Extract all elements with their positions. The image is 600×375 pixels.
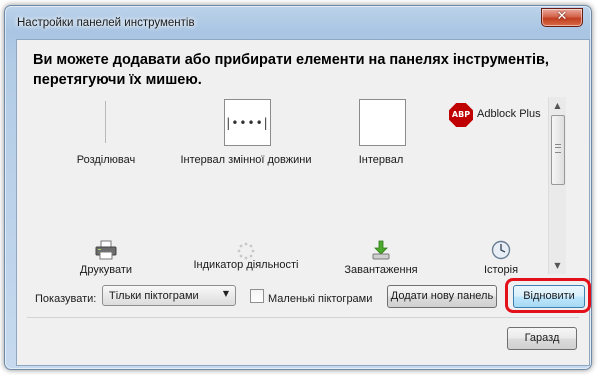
small-icons-checkbox[interactable] [250,289,264,303]
downloads-icon [372,240,390,260]
annotation-highlight [505,278,591,313]
palette-item-label: Історія [483,264,519,276]
flexible-space-icon: |••••| [224,99,271,146]
small-icons-label[interactable]: Маленькі піктограми [268,293,372,305]
adblock-plus-icon: ABP [449,103,473,127]
palette-item-label: Завантаження [344,264,418,276]
scroll-down-icon[interactable]: ▼ [549,257,566,274]
palette-item-label: Друкувати [79,264,133,276]
close-button[interactable]: ✕ [541,8,583,27]
palette-item-label: Adblock Plus [477,108,541,120]
add-toolbar-button[interactable]: Додати нову панель [387,285,497,308]
scrollbar-thumb[interactable] [551,115,565,185]
palette-item-print[interactable]: Друкувати [56,185,156,276]
instructions-heading: Ви можете додавати або прибирати елемент… [33,52,549,88]
close-icon: ✕ [556,9,568,24]
chevron-down-icon: ▼ [222,289,229,298]
divider [27,317,579,318]
palette-item-history[interactable]: Історія [461,185,541,276]
palette-item-adblock-plus[interactable]: ABP Adblock Plus [436,97,556,177]
palette-item-downloads[interactable]: Завантаження [331,185,431,276]
palette-item-activity-indicator[interactable]: Індикатор діяльності [171,185,321,271]
ok-button[interactable]: Гаразд [507,327,577,350]
window-title: Настройки панелей инструментів [17,17,195,29]
palette-scrollbar[interactable]: ▲ ▼ [548,97,566,274]
palette-item-separator[interactable]: Розділювач [56,97,156,177]
dialog-body: Ви можете додавати або прибирати елемент… [16,39,591,366]
palette-item-label: Інтервал [358,154,404,166]
history-icon [491,240,511,260]
separator-icon [105,101,106,143]
show-mode-value: Тільки піктограми [109,290,199,302]
palette-item-label: Індикатор діяльності [193,259,299,271]
palette-item-label: Інтервал змінної довжини [180,154,312,166]
palette-item-label: Розділювач [76,154,136,166]
palette-item-flexible-space[interactable]: |••••| Інтервал змінної довжини [171,97,321,177]
show-label: Показувати: [35,293,97,305]
printer-icon [95,240,117,260]
throbber-icon [237,242,255,260]
space-icon [359,99,406,146]
show-mode-select[interactable]: Тільки піктограми ▼ [102,285,236,306]
scroll-up-icon[interactable]: ▲ [549,97,566,114]
palette-item-space[interactable]: Інтервал [331,97,431,177]
toolbar-items-palette: Розділювач |••••| Інтервал змінної довжи… [31,97,577,276]
toolbar-customize-dialog: Настройки панелей инструментів ✕ Ви може… [4,5,592,370]
